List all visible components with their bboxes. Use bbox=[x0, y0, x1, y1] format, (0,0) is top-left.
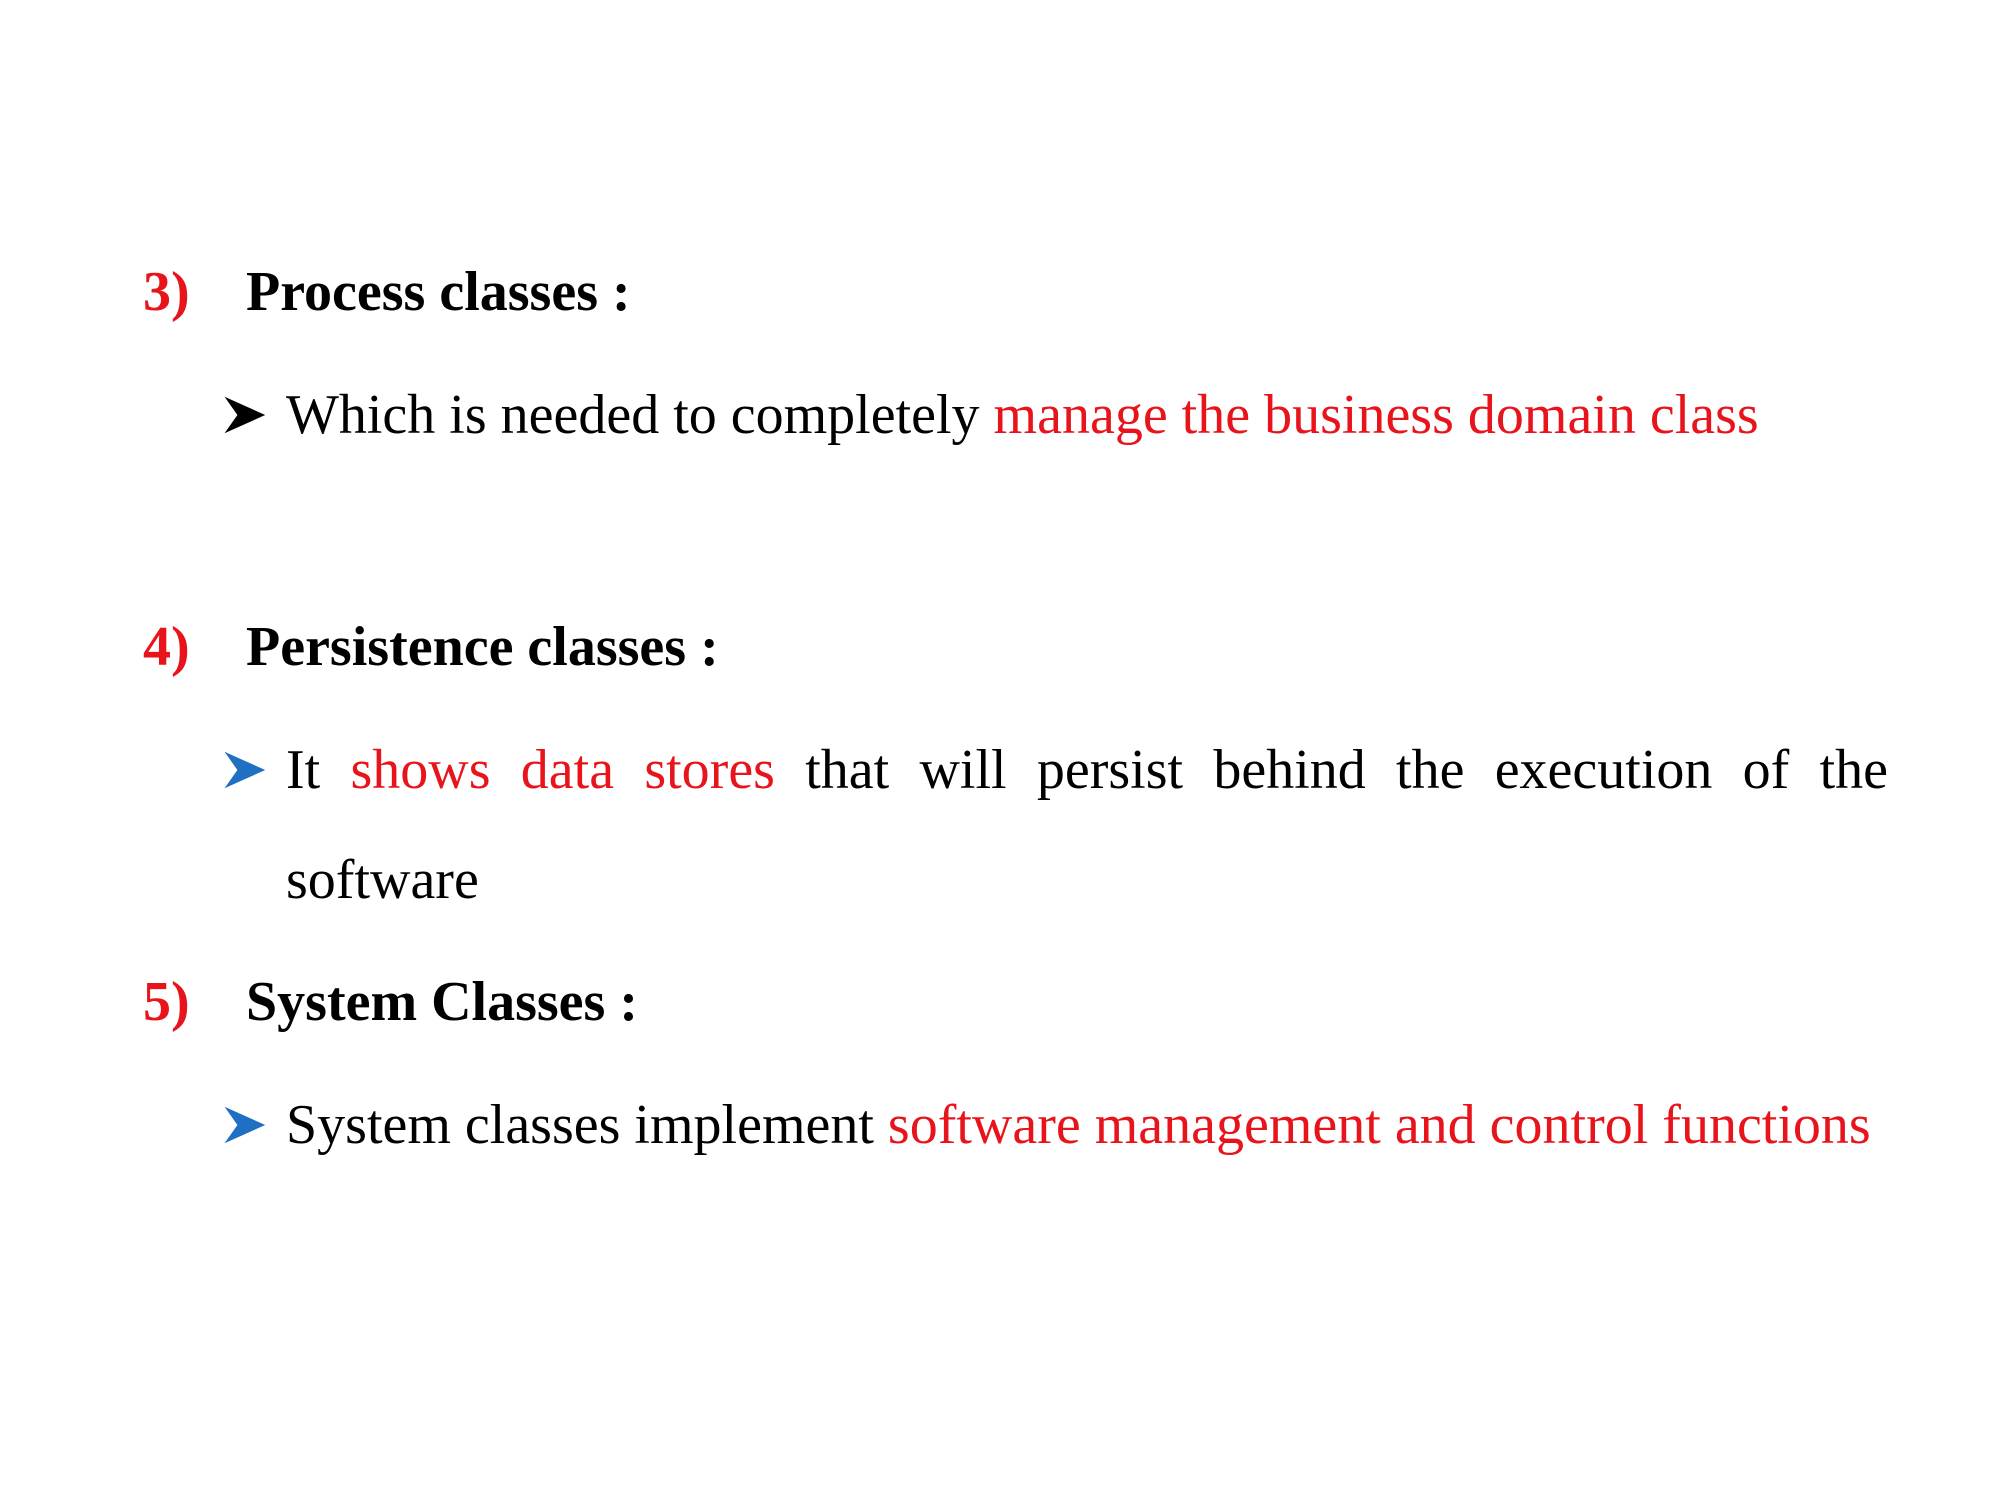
bullet-text-highlight: shows data stores bbox=[350, 739, 775, 801]
bullet-text: System classes implement software manage… bbox=[286, 1070, 1888, 1180]
section-number: 3) bbox=[143, 261, 190, 323]
section-title: System Classes : bbox=[246, 971, 638, 1033]
section-heading: 5) System Classes : bbox=[0, 962, 2000, 1042]
section-heading: 4) Persistence classes : bbox=[0, 607, 2000, 687]
section-title: Persistence classes : bbox=[246, 616, 719, 678]
bullet-text-part: It bbox=[286, 739, 351, 801]
arrowhead-bullet-icon bbox=[224, 1106, 266, 1144]
arrowhead-shape bbox=[224, 396, 266, 434]
arrowhead-bullet-icon bbox=[224, 396, 266, 434]
bullet-text-part: Which is needed to completely bbox=[286, 384, 994, 446]
arrowhead-shape bbox=[224, 1106, 266, 1144]
bullet-text-highlight: software management and control function… bbox=[887, 1094, 1871, 1156]
section-heading: 3) Process classes : bbox=[0, 252, 2000, 332]
arrowhead-shape bbox=[224, 751, 266, 789]
slide: 3) Process classes : Which is needed to … bbox=[0, 0, 2000, 1500]
section-number: 5) bbox=[143, 971, 190, 1033]
bullet-text-highlight: manage the business domain class bbox=[993, 384, 1759, 446]
bullet-text: It shows data stores that will persist b… bbox=[286, 715, 1888, 935]
section-number: 4) bbox=[143, 616, 190, 678]
bullet-text-part: System classes implement bbox=[286, 1094, 888, 1156]
section-title: Process classes : bbox=[246, 261, 631, 323]
arrowhead-bullet-icon bbox=[224, 751, 266, 789]
bullet-text: Which is needed to completely manage the… bbox=[286, 360, 1888, 470]
